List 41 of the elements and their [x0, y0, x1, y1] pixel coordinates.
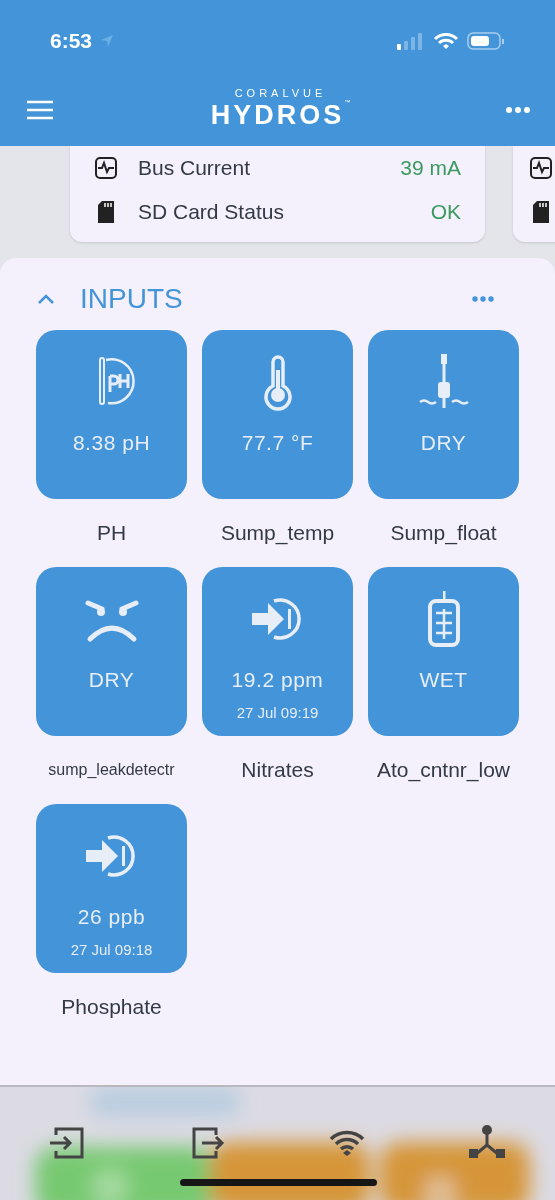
input-tile[interactable]: 77.7 °F	[202, 330, 353, 499]
input-reading: 8.38 pH	[72, 430, 151, 456]
input-reading: 19.2 ppm	[231, 667, 324, 693]
input-name: sump_leakdetectr	[48, 760, 175, 780]
input-reading: DRY	[420, 430, 467, 456]
waveform-icon	[529, 156, 553, 180]
status-label: SD Card Status	[138, 199, 285, 226]
location-arrow-icon	[100, 34, 115, 48]
input-name: Phosphate	[61, 994, 162, 1021]
more-icon[interactable]	[505, 106, 531, 114]
input-reading: 77.7 °F	[241, 430, 314, 456]
menu-icon[interactable]	[24, 98, 56, 122]
input-name: PH	[96, 520, 127, 547]
status-value: OK	[430, 199, 461, 226]
waveform-icon	[94, 156, 118, 180]
input-reading: DRY	[88, 667, 135, 693]
status-time: 6:53	[50, 28, 93, 55]
reading-time: 27 Jul 09:19	[236, 702, 319, 723]
input-tile[interactable]: DRY	[368, 330, 519, 499]
section-title: INPUTS	[80, 282, 184, 316]
brand-subtitle: CORALVUE	[234, 87, 327, 99]
status-value: 39 mA	[400, 155, 461, 182]
input-tile[interactable]: 19.2 ppm 27 Jul 09:19	[202, 567, 353, 736]
input-reading: WET	[419, 667, 468, 693]
input-name: Ato_cntnr_low	[376, 757, 511, 784]
input-name: Nitrates	[241, 757, 314, 784]
reading-time: 27 Jul 09:18	[70, 939, 153, 960]
chevron-up-icon[interactable]	[36, 292, 56, 306]
input-name: Sump_float	[390, 520, 497, 547]
more-icon[interactable]	[471, 295, 495, 303]
input-name: Sump_temp	[220, 520, 335, 547]
wifi-status-icon	[433, 31, 459, 51]
input-tile[interactable]: 26 ppb 27 Jul 09:18	[36, 804, 187, 973]
brand-logo: HYDROS	[210, 98, 345, 132]
input-tile[interactable]: 8.38 pH	[36, 330, 187, 499]
input-tile[interactable]: WET	[368, 567, 519, 736]
battery-icon	[467, 31, 505, 51]
input-tile[interactable]: DRY	[36, 567, 187, 736]
input-reading: 26 ppb	[77, 904, 146, 930]
status-label: Bus Current	[138, 155, 252, 182]
signal-icon	[397, 32, 425, 50]
